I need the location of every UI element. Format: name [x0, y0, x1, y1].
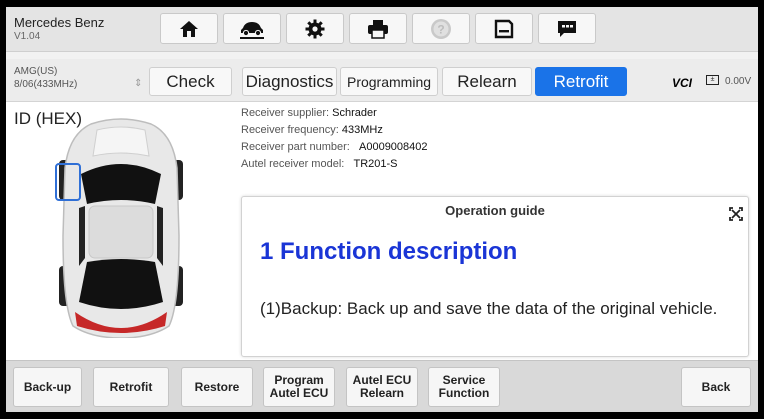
receiver-frequency: Receiver frequency: 433MHz — [241, 124, 383, 136]
car-top-view-icon — [59, 118, 183, 338]
save-button[interactable] — [475, 13, 533, 44]
help-icon: ? — [431, 18, 451, 39]
protocol-frequency: 8/06(433MHz) — [14, 79, 78, 90]
restore-button[interactable]: Restore — [181, 367, 253, 407]
operation-guide-title: Operation guide — [445, 203, 545, 218]
retrofit-panel: ID (HEX) Receiver supplier: Schrader Rec… — [6, 102, 758, 360]
function-tab-bar: AMG(US) 8/06(433MHz) ⇕ Check Diagnostics… — [6, 59, 758, 102]
home-icon — [180, 20, 198, 37]
backup-button[interactable]: Back-up — [13, 367, 82, 407]
tab-check[interactable]: Check — [149, 67, 232, 96]
function-description-text: (1)Backup: Back up and save the data of … — [260, 299, 718, 318]
print-button[interactable] — [349, 13, 407, 44]
back-button[interactable]: Back — [681, 367, 751, 407]
top-toolbar: Mercedes Benz V1.04 ? — [6, 7, 758, 52]
battery-icon: ± — [706, 75, 719, 85]
home-button[interactable] — [160, 13, 218, 44]
vci-status-badge: VCI — [672, 76, 693, 90]
save-icon — [494, 19, 514, 38]
autel-ecu-relearn-button[interactable]: Autel ECU Relearn — [346, 367, 418, 407]
message-icon — [558, 20, 576, 37]
receiver-part-number: Receiver part number: A0009008402 — [241, 141, 428, 153]
feedback-button[interactable] — [538, 13, 596, 44]
function-description-heading: 1 Function description — [260, 238, 518, 265]
device-frame: Mercedes Benz V1.04 ? AMG(US) 8/06(433MH… — [0, 0, 764, 419]
expand-icon[interactable] — [729, 207, 743, 221]
help-button[interactable]: ? — [412, 13, 470, 44]
vehicle-name: Mercedes Benz — [14, 15, 105, 30]
protocol-label: AMG(US) — [14, 66, 58, 77]
gear-icon — [305, 19, 325, 38]
vehicle-lift-icon — [240, 21, 264, 39]
app-screen: Mercedes Benz V1.04 ? AMG(US) 8/06(433MH… — [6, 7, 758, 412]
printer-icon — [368, 19, 388, 39]
tab-relearn[interactable]: Relearn — [442, 67, 532, 96]
autel-receiver-model: Autel receiver model: TR201-S — [241, 158, 398, 170]
selected-front-left-tire-sensor[interactable] — [55, 163, 81, 201]
service-function-button[interactable]: Service Function — [428, 367, 500, 407]
program-autel-ecu-button[interactable]: Program Autel ECU — [263, 367, 335, 407]
tab-diagnostics[interactable]: Diagnostics — [242, 67, 337, 96]
tab-programming[interactable]: Programming — [340, 67, 438, 96]
svg-text:?: ? — [437, 22, 444, 36]
retrofit-button[interactable]: Retrofit — [93, 367, 169, 407]
settings-button[interactable] — [286, 13, 344, 44]
tab-retrofit[interactable]: Retrofit — [535, 67, 627, 96]
vehicle-menu-button[interactable] — [223, 13, 281, 44]
operation-guide-panel: Operation guide 1 Function description (… — [241, 196, 749, 357]
sort-arrows-icon[interactable]: ⇕ — [134, 78, 142, 89]
software-version: V1.04 — [14, 31, 41, 42]
bottom-action-bar: Back-up Retrofit Restore Program Autel EC… — [6, 360, 758, 412]
battery-voltage: 0.00V — [725, 76, 752, 87]
receiver-supplier: Receiver supplier: Schrader — [241, 107, 377, 119]
